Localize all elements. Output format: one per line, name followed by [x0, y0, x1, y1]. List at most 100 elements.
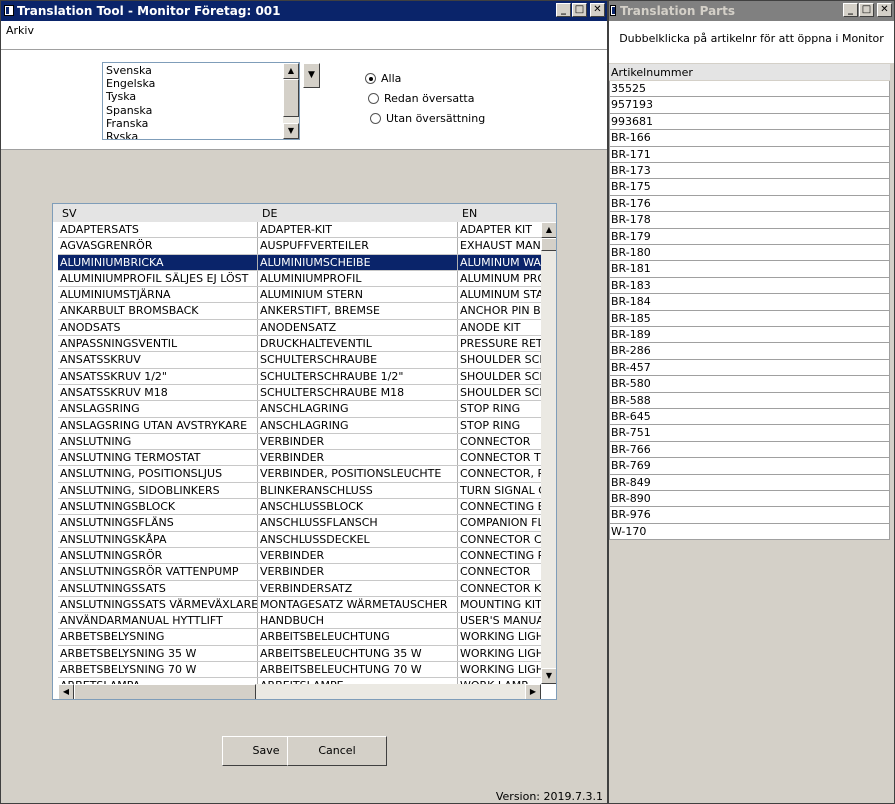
table-row[interactable]: ANSLUTNINGSRÖR VERBINDER CONNECTING PI	[58, 547, 541, 565]
table-cell[interactable]: CONNECTOR TH	[458, 450, 541, 465]
table-cell[interactable]: ANKARBULT BROMSBACK	[58, 303, 258, 319]
table-cell[interactable]: ALUMINIUMPROFIL	[258, 270, 458, 287]
column-header-artikelnummer[interactable]: Artikelnummer	[611, 66, 693, 79]
table-row[interactable]: ARBETSBELYSNING ARBEITSBELEUCHTUNG WORKING…	[58, 629, 541, 646]
scroll-up-icon[interactable]: ▲	[283, 63, 299, 79]
language-list-scrollbar[interactable]: ▲ ▼	[283, 63, 299, 139]
table-row[interactable]: ANSATSSKRUV 1/2" SCHULTERSCHRAUBE 1/2" SHO…	[58, 368, 541, 385]
language-dropdown-button[interactable]: ▼	[303, 63, 320, 88]
table-cell[interactable]: ALUMINIUM STERN	[258, 287, 458, 303]
scroll-left-icon[interactable]: ◀	[58, 684, 74, 699]
list-item[interactable]: BR-286	[609, 343, 890, 360]
table-cell[interactable]: ANODENSATZ	[258, 319, 458, 336]
table-cell[interactable]: USER'S MANUAL	[458, 613, 541, 628]
table-row[interactable]: ANSLUTNING VERBINDER CONNECTOR	[58, 433, 541, 451]
table-cell[interactable]: HANDBUCH	[258, 613, 458, 629]
table-cell[interactable]: COMPANION FLA	[458, 515, 541, 530]
table-cell[interactable]: ARBEITSBELEUCHTUNG	[258, 629, 458, 645]
table-cell[interactable]: ARBETSBELYSNING 70 W	[58, 662, 258, 678]
table-cell[interactable]: ARBEITSBELEUCHTUNG 35 W	[258, 645, 458, 662]
translation-grid[interactable]: SV DE EN ADAPTERSATS ADAPTER-KIT ADAPTER K…	[52, 203, 557, 700]
save-button[interactable]: Save	[222, 736, 288, 766]
table-row[interactable]: ARBETSBELYSNING 70 W ARBEITSBELEUCHTUNG 7…	[58, 662, 541, 679]
table-cell[interactable]: ANSLUTNINGSRÖR	[58, 547, 258, 564]
table-cell[interactable]: ANSLAGSRING UTAN AVSTRYKARE	[58, 417, 258, 433]
table-cell[interactable]: CONNECTOR	[458, 434, 541, 449]
table-cell[interactable]: MOUNTING KIT	[458, 597, 541, 612]
table-row[interactable]: ANVÄNDARMANUAL HYTTLIFT HANDBUCH USER'S MA…	[58, 613, 541, 630]
list-item[interactable]: BR-171	[609, 146, 890, 163]
list-item[interactable]: BR-175	[609, 179, 890, 196]
table-cell[interactable]: CONNECTING PI	[458, 548, 541, 563]
list-item[interactable]: BR-178	[609, 212, 890, 229]
language-item[interactable]: Spanska	[106, 104, 155, 117]
list-item[interactable]: BR-645	[609, 409, 890, 426]
table-cell[interactable]: VERBINDER	[258, 433, 458, 450]
list-item[interactable]: 35525	[609, 81, 890, 98]
table-row[interactable]: ANSLAGSRING ANSCHLAGRING STOP RING	[58, 401, 541, 418]
table-row[interactable]: AGVASGRENRÖRAUSPUFFVERTEILEREXHAUST MANI…	[58, 238, 541, 255]
scroll-right-icon[interactable]: ▶	[525, 684, 541, 699]
list-item[interactable]: BR-849	[609, 474, 890, 491]
table-cell[interactable]: ANPASSNINGSVENTIL	[58, 336, 258, 352]
parts-title-bar[interactable]: Translation Parts _ □ ✕	[609, 1, 894, 21]
list-item[interactable]: 993681	[609, 113, 890, 131]
scroll-up-icon[interactable]: ▲	[541, 222, 556, 238]
list-item[interactable]: W-170	[609, 523, 890, 541]
table-cell[interactable]: ANODSATS	[58, 319, 258, 336]
column-header-en[interactable]: EN	[462, 207, 477, 220]
table-cell[interactable]: VERBINDER	[258, 547, 458, 564]
table-row[interactable]: ALUMINIUMSTJÄRNA ALUMINIUM STERN ALUMINUM …	[58, 287, 541, 304]
table-row[interactable]: ANSLUTNINGSBLOCK ANSCHLUSSBLOCK CONNECTING…	[58, 499, 541, 516]
list-item[interactable]: BR-183	[609, 277, 890, 295]
table-cell[interactable]: BLINKERANSCHLUSS	[258, 482, 458, 499]
table-cell[interactable]: ANSCHLUSSFLANSCH	[258, 515, 458, 531]
table-cell[interactable]: ANSLUTNINGSBLOCK	[58, 499, 258, 515]
table-cell[interactable]: ANSLUTNING, SIDOBLINKERS	[58, 482, 258, 499]
table-cell[interactable]: ALUMINUM PRO	[458, 271, 541, 286]
table-cell[interactable]: ALUMINUM STAF	[458, 287, 541, 302]
language-list[interactable]: Svenska Engelska Tyska Spanska Franska R…	[102, 62, 300, 140]
table-cell[interactable]: MONTAGESATZ WÄRMETAUSCHER	[258, 596, 458, 613]
table-cell[interactable]: ANSATSSKRUV	[58, 352, 258, 368]
list-item[interactable]: BR-588	[609, 392, 890, 409]
table-cell[interactable]: SCHULTERSCHRAUBE 1/2"	[258, 368, 458, 384]
table-cell[interactable]: ALUMINUM WAS	[458, 255, 541, 270]
table-cell[interactable]: CONNECTING BL	[458, 499, 541, 514]
table-cell[interactable]: CONNECTOR	[458, 564, 541, 579]
table-cell[interactable]: ANSLUTNINGSRÖR VATTENPUMP	[58, 564, 258, 580]
table-cell[interactable]: ARBETSBELYSNING	[58, 629, 258, 645]
table-cell[interactable]: AGVASGRENRÖR	[58, 238, 258, 254]
table-row[interactable]: ANODSATS ANODENSATZ ANODE KIT	[58, 319, 541, 337]
table-row[interactable]: ANSLUTNINGSSATS VÄRMEVÄXLARE MONTAGESATZ …	[58, 596, 541, 614]
table-row[interactable]: ANSATSSKRUVSCHULTERSCHRAUBESHOULDER SCRE	[58, 352, 541, 369]
table-cell[interactable]: ANSLUTNINGSFLÄNS	[58, 515, 258, 531]
list-item[interactable]: 957193	[609, 97, 890, 114]
column-header-sv[interactable]: SV	[62, 207, 77, 220]
table-cell[interactable]: DRUCKHALTEVENTIL	[258, 336, 458, 352]
scroll-thumb[interactable]	[74, 684, 256, 699]
table-row[interactable]: ANSLUTNING, SIDOBLINKERS BLINKERANSCHLUSS…	[58, 482, 541, 500]
table-cell[interactable]: CONNECTOR, PC	[458, 466, 541, 481]
close-button[interactable]: ✕	[877, 3, 892, 17]
scroll-down-icon[interactable]: ▼	[283, 123, 299, 139]
main-title-bar[interactable]: Translation Tool - Monitor Företag: 001 …	[1, 1, 607, 21]
table-cell[interactable]: WORKING LIGHT	[458, 629, 541, 644]
table-row[interactable]: ANSLAGSRING UTAN AVSTRYKARE ANSCHLAGRING S…	[58, 417, 541, 434]
table-cell[interactable]: ALUMINIUMPROFIL SÄLJES EJ LÖST	[58, 270, 258, 287]
list-item[interactable]: BR-166	[609, 130, 890, 147]
table-cell[interactable]: VERBINDER	[258, 450, 458, 466]
table-cell[interactable]: WORKING LIGHT	[458, 662, 541, 677]
table-cell[interactable]: ANSCHLUSSDECKEL	[258, 531, 458, 547]
table-row[interactable]: ANSLUTNING, POSITIONSLJUS VERBINDER, POSI…	[58, 466, 541, 483]
table-cell[interactable]: ARBEITSBELEUCHTUNG 70 W	[258, 662, 458, 678]
language-item[interactable]: Ryska	[106, 130, 155, 139]
table-cell[interactable]: VERBINDERSATZ	[258, 580, 458, 596]
table-row[interactable]: ADAPTERSATS ADAPTER-KIT ADAPTER KIT	[58, 222, 541, 239]
table-cell[interactable]: ADAPTER-KIT	[258, 222, 458, 238]
table-cell[interactable]: SHOULDER SCRE	[458, 385, 541, 400]
table-row[interactable]: ANSATSSKRUV M18 SCHULTERSCHRAUBE M18 SHOUL…	[58, 384, 541, 402]
scroll-thumb[interactable]	[283, 79, 299, 117]
table-cell[interactable]: SHOULDER SCRE	[458, 369, 541, 384]
table-cell[interactable]: ANSATSSKRUV M18	[58, 384, 258, 401]
